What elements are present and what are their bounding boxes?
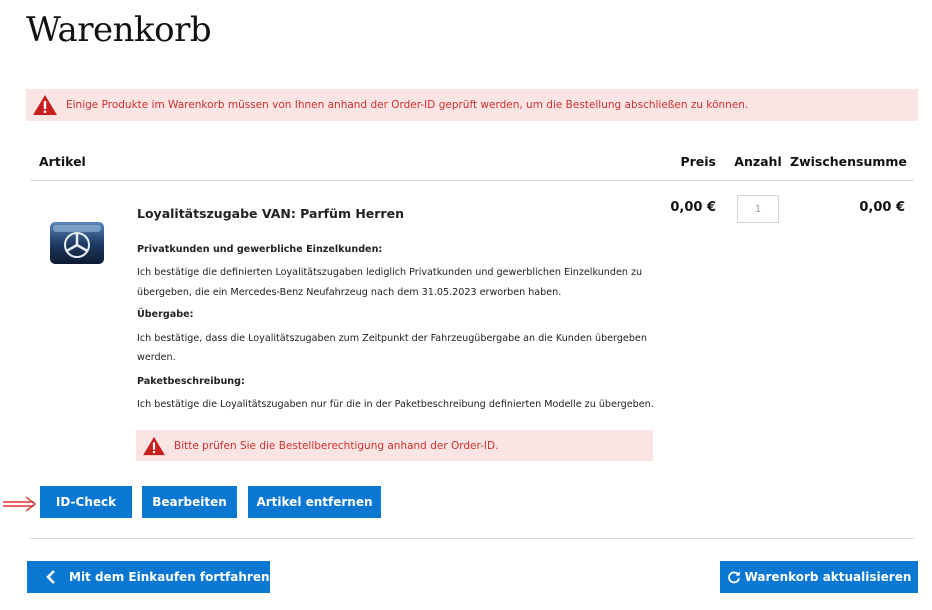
footer-divider [30, 538, 914, 539]
table-header-divider [30, 180, 914, 181]
edit-button[interactable]: Bearbeiten [142, 486, 237, 518]
update-cart-button[interactable]: Warenkorb aktualisieren [720, 561, 918, 593]
column-header-anzahl: Anzahl [734, 154, 782, 169]
desc-uebergabe-heading: Übergabe: [137, 309, 194, 320]
id-check-button[interactable]: ID-Check [40, 486, 132, 518]
item-subtotal: 0,00 € [859, 200, 905, 215]
product-image[interactable] [48, 220, 106, 266]
continue-shopping-button[interactable]: Mit dem Einkaufen fortfahren [27, 561, 270, 593]
chevron-left-icon [46, 570, 55, 584]
desc-privat-line: übergeben, die ein Mercedes-Benz Neufahr… [137, 287, 562, 298]
warning-triangle-icon [143, 436, 165, 455]
desc-privat-heading: Privatkunden und gewerbliche Einzelkunde… [137, 244, 383, 255]
refresh-icon [727, 571, 740, 584]
quantity-input[interactable] [737, 195, 779, 223]
desc-paket-heading: Paketbeschreibung: [137, 376, 245, 387]
continue-shopping-label: Mit dem Einkaufen fortfahren [69, 570, 270, 584]
item-warning-alert: Bitte prüfen Sie die Bestellberechtigung… [136, 430, 653, 461]
warning-triangle-icon [33, 95, 57, 115]
red-arrow-icon [3, 496, 36, 512]
item-price: 0,00 € [670, 200, 716, 215]
desc-uebergabe-line: Ich bestätige, dass die Loyalitätszugabe… [137, 333, 647, 344]
desc-paket-line: Ich bestätige die Loyalitätszugaben nur … [137, 399, 654, 410]
update-cart-label: Warenkorb aktualisieren [744, 570, 912, 584]
desc-privat-line: Ich bestätige die definierten Loyalitäts… [137, 267, 643, 278]
column-header-preis: Preis [680, 154, 716, 169]
remove-item-button[interactable]: Artikel entfernen [248, 486, 381, 518]
product-name[interactable]: Loyalitätszugabe VAN: Parfüm Herren [137, 206, 404, 221]
item-warning-text: Bitte prüfen Sie die Bestellberechtigung… [174, 439, 499, 452]
column-header-artikel: Artikel [39, 154, 86, 169]
desc-uebergabe-line: werden. [137, 352, 176, 363]
page-title: Warenkorb [26, 10, 212, 50]
cart-warning-text: Einige Produkte im Warenkorb müssen von … [66, 99, 749, 111]
cart-warning-alert: Einige Produkte im Warenkorb müssen von … [26, 89, 918, 121]
column-header-zwischensumme: Zwischensumme [790, 154, 907, 169]
